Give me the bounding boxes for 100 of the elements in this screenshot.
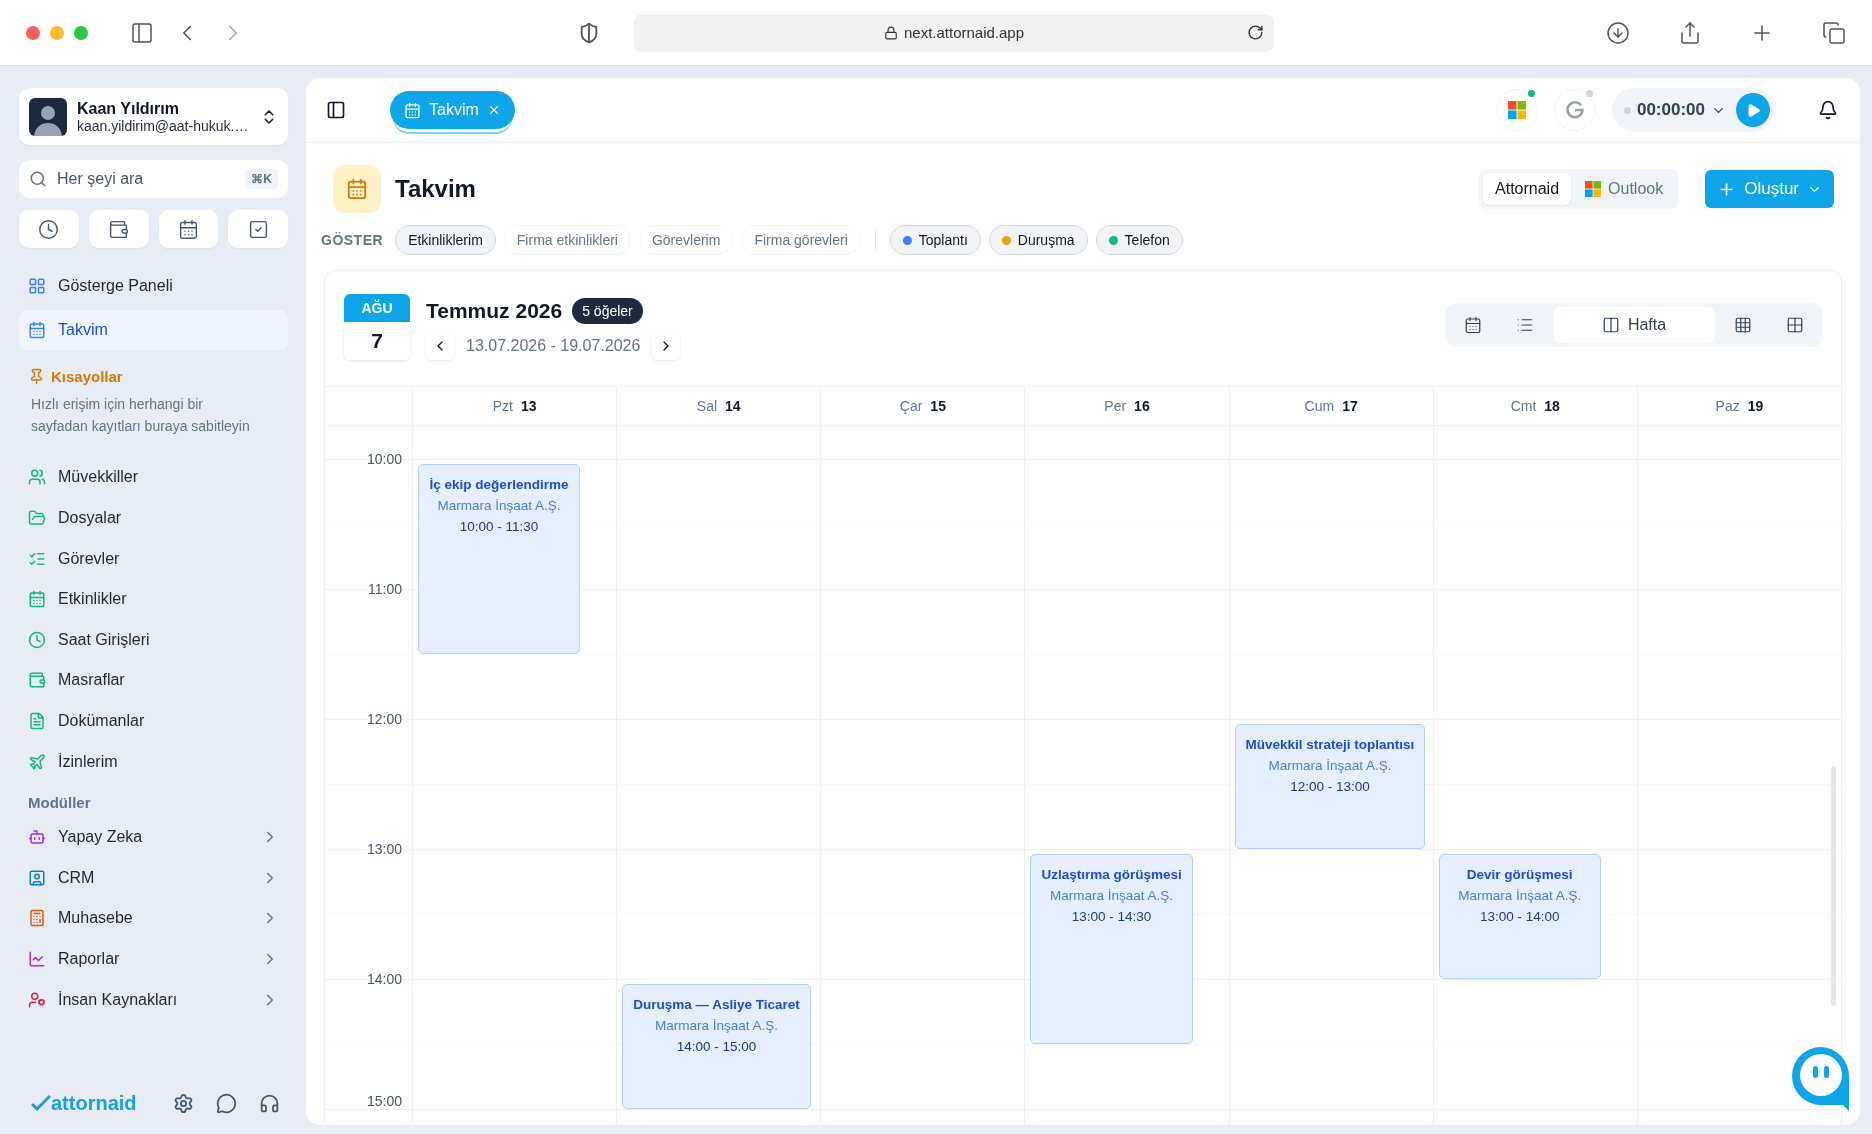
nav-item[interactable]: Masraflar [19,660,288,701]
support-icon[interactable] [258,1092,280,1114]
user-gear-icon [28,990,46,1009]
calendar-icon [404,101,421,119]
day-name: Pzt [492,398,513,414]
play-icon [1745,102,1761,118]
wallet-icon [28,671,46,690]
nav-item[interactable]: İnsan Kaynakları [19,979,288,1020]
calendar-event[interactable]: Müvekkil strateji toplantısı Marmara İnşaat A.Ş. 12:00 - 13:00 [1234,724,1426,849]
download-icon[interactable] [1606,20,1630,45]
nav-item[interactable]: Takvim [19,309,288,351]
date-range: 13.07.2026 - 19.07.2026 [466,336,641,355]
nav-item[interactable]: Muhasebe [19,898,288,939]
previous-button[interactable] [426,331,454,360]
view-button[interactable]: Hafta [1553,306,1715,343]
sidebar-toggle-icon[interactable] [130,20,154,45]
search-field[interactable]: Her şeyi ara ⌘K [19,160,288,198]
microsoft-icon [1585,181,1602,197]
calendar-event[interactable]: Uzlaştırma görüşmesi Marmara İnşaat A.Ş. 13:00 - 14:30 [1030,854,1193,1044]
expense-button[interactable] [88,210,149,248]
shortcuts-hint: Hızlı erişim için herhangi bir sayfadan kayıtları buraya sabitleyin [30,395,251,437]
scrollbar[interactable] [1831,766,1836,1006]
url-text: next.attornaid.app [903,24,1025,41]
folder-icon [28,509,46,528]
reload-icon[interactable] [1247,24,1264,41]
clock-icon [38,218,60,240]
type-chip[interactable]: Duruşma [988,225,1088,255]
type-chip[interactable]: Toplantı [889,225,981,255]
shortcut-hint: ⌘K [245,169,278,189]
source-toggle[interactable]: Outlook [1573,173,1676,205]
section-title-text: Kısayollar [51,368,123,386]
next-button[interactable] [652,331,681,360]
status-dot [1623,106,1631,114]
source-toggle[interactable]: Attornaid [1483,173,1572,205]
share-icon[interactable] [1678,20,1702,45]
nav-item[interactable]: Gösterge Paneli [19,266,288,307]
contact-card-icon [28,868,46,887]
day-name: Sal [696,398,718,414]
time-label: 12:00 [366,711,402,727]
nav-item[interactable]: CRM [19,857,288,899]
calculator-icon [28,909,46,928]
time-label: 13:00 [366,841,402,857]
item-count: 5 öğeler [572,297,643,324]
day-number: 15 [930,398,946,414]
nav-item[interactable]: Saat Girişleri [19,619,288,661]
clock-icon [28,630,46,649]
nav-item[interactable]: Etkinlikler [19,578,288,620]
time-entry-button[interactable] [19,210,79,248]
chat-bot-icon[interactable] [1790,1045,1852,1111]
event-title: Uzlaştırma görüşmesi [1041,866,1182,884]
event-time: 13:00 - 14:00 [1478,908,1561,926]
task-button[interactable] [228,210,288,248]
calendar-button[interactable] [158,210,219,248]
day-name: Per [1104,398,1127,414]
sidebar-toggle-icon[interactable] [326,100,346,120]
event-time: 12:00 - 13:00 [1289,778,1371,796]
document-icon [28,712,46,731]
calendar-event[interactable]: Devir görüşmesi Marmara İnşaat A.Ş. 13:00 - 14:00 [1438,854,1601,979]
calendar-event[interactable]: İç ekip değerlendirme Marmara İnşaat A.Ş. 10:00 - 11:30 [418,464,580,654]
search-input[interactable]: Her şeyi ara [55,169,238,189]
calendar-icon [28,320,46,339]
calendar-event[interactable]: Duruşma — Asliye Ticaret Marmara İnşaat A.Ş. 14:00 - 15:00 [622,984,811,1109]
nav-item[interactable]: Dokümanlar [19,700,288,742]
nav-item[interactable]: Yapay Zeka [19,816,288,858]
type-chip[interactable]: Telefon [1095,225,1183,255]
event-time: 10:00 - 11:30 [458,518,540,536]
address-bar[interactable]: next.attornaid.app [634,13,1274,52]
nav-item[interactable]: İzinlerim [19,741,288,782]
day-number: 13 [520,398,537,414]
nav-item[interactable]: Dosyalar [19,497,288,539]
grid-icon [1734,315,1752,334]
filter-chip[interactable]: Görevlerim [638,225,734,255]
columns-icon [1601,315,1620,334]
user-email: kaan.yildirim@aat-hukuk.… [77,117,250,134]
people-icon [28,468,46,487]
close-window-button[interactable] [26,25,40,40]
day-name: Cmt [1510,398,1537,414]
event-client: Marmara İnşaat A.Ş. [1267,757,1393,775]
day-name: Çar [899,398,923,414]
nav-item[interactable]: Raporlar [19,938,288,980]
calendar-icon [1464,315,1482,334]
time-label: 15:00 [366,1093,402,1109]
checkbox-icon [247,218,269,240]
settings-icon[interactable] [172,1092,194,1114]
wallet-icon [108,218,130,240]
tabs-overview-icon[interactable] [1822,20,1846,45]
timer[interactable]: 00:00:00 [1611,88,1774,132]
play-button[interactable] [1736,93,1770,127]
microsoft-icon [1507,101,1526,119]
event-title: Müvekkil strateji toplantısı [1245,736,1415,754]
nav-item[interactable]: Görevler [19,538,288,579]
user-card[interactable]: Kaan Yıldırım kaan.yildirim@aat-hukuk.… [19,88,288,145]
nav-item[interactable]: Müvekkiller [19,457,288,498]
filter-chip[interactable]: Etkinliklerim [395,225,496,255]
filter-chip[interactable]: Firma etkinlikleri [503,225,631,255]
plane-icon [28,752,46,771]
day-number: 16 [1134,398,1150,414]
bell-icon[interactable] [1818,100,1838,120]
filter-chip[interactable]: Firma görevleri [741,225,861,255]
help-icon[interactable] [215,1092,237,1114]
